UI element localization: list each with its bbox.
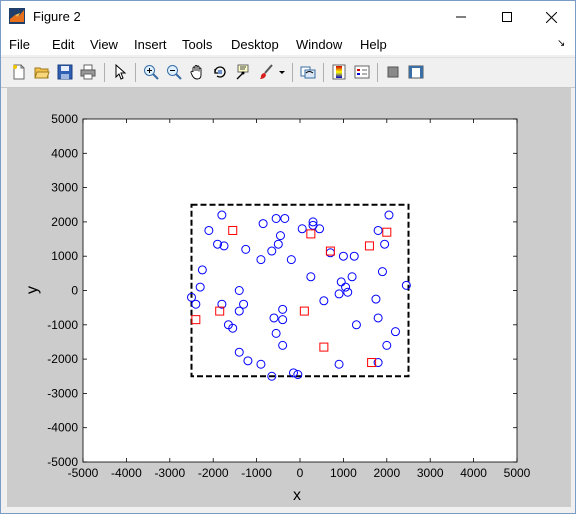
axes-background: [82, 118, 518, 463]
maximize-icon: [502, 12, 512, 22]
y-tick-label: 0: [71, 284, 78, 298]
x-tick-label: 2000: [373, 466, 400, 480]
figure-toolbar: [1, 57, 575, 88]
menu-desktop[interactable]: Desktop: [231, 37, 279, 52]
menu-view[interactable]: View: [90, 37, 118, 52]
y-tick-label: -1000: [47, 318, 78, 332]
menu-bar: File Edit View Insert Tools Desktop Wind…: [1, 33, 575, 55]
minimize-icon: [456, 16, 466, 18]
figure-canvas: -5000 -4000 -3000 -2000 -1000 0 1000 2000 3000 40…: [7, 88, 571, 507]
hide-plot-tools-icon[interactable]: [383, 62, 403, 82]
menu-file[interactable]: File: [9, 37, 30, 52]
x-tick-label: -2000: [198, 466, 229, 480]
colorbar-icon[interactable]: [329, 62, 349, 82]
menu-help[interactable]: Help: [360, 37, 387, 52]
title-bar: Figure 2: [1, 1, 575, 33]
menu-window[interactable]: Window: [296, 37, 342, 52]
close-button[interactable]: [528, 1, 574, 33]
toolbar-separator: [377, 63, 378, 82]
matlab-icon: [9, 8, 25, 24]
menu-tools[interactable]: Tools: [182, 37, 212, 52]
new-figure-icon[interactable]: [9, 62, 29, 82]
y-axis-label: y: [24, 286, 41, 294]
rotate-3d-icon[interactable]: [210, 62, 230, 82]
x-tick-label: 3000: [417, 466, 444, 480]
x-tick-label: -3000: [154, 466, 185, 480]
y-tick-label: 4000: [51, 146, 78, 160]
y-tick-label: 5000: [51, 112, 78, 126]
open-file-icon[interactable]: [32, 62, 52, 82]
dock-arrow-icon[interactable]: ↘: [557, 38, 565, 49]
save-icon[interactable]: [55, 62, 75, 82]
link-plot-icon[interactable]: [298, 62, 318, 82]
zoom-out-icon[interactable]: [164, 62, 184, 82]
legend-icon[interactable]: [352, 62, 372, 82]
y-tick-label: -3000: [47, 386, 78, 400]
menu-insert[interactable]: Insert: [134, 37, 167, 52]
x-tick-label: -4000: [111, 466, 142, 480]
brush-dropdown-icon[interactable]: [277, 62, 287, 82]
maximize-button[interactable]: [484, 1, 530, 33]
window-title: Figure 2: [33, 9, 81, 24]
y-tick-label: -5000: [47, 455, 78, 469]
y-tick-label: 1000: [51, 249, 78, 263]
pointer-icon[interactable]: [110, 62, 130, 82]
y-tick-label: 2000: [51, 215, 78, 229]
print-icon[interactable]: [78, 62, 98, 82]
close-icon: [545, 11, 557, 23]
y-tick-label: 3000: [51, 181, 78, 195]
x-tick-label: 5000: [504, 466, 531, 480]
x-axis-label: x: [293, 487, 301, 504]
toolbar-separator: [292, 63, 293, 82]
show-plot-tools-icon[interactable]: [406, 62, 426, 82]
menu-edit[interactable]: Edit: [52, 37, 74, 52]
x-tick-label: -1000: [241, 466, 272, 480]
x-tick-label: 0: [297, 466, 304, 480]
minimize-button[interactable]: [438, 1, 484, 33]
pan-icon[interactable]: [187, 62, 207, 82]
y-tick-label: -2000: [47, 352, 78, 366]
toolbar-separator: [323, 63, 324, 82]
scatter-plot: -5000 -4000 -3000 -2000 -1000 0 1000 2000 3000 40…: [24, 112, 531, 504]
toolbar-separator: [135, 63, 136, 82]
x-tick-label: 1000: [330, 466, 357, 480]
y-tick-label: -4000: [47, 421, 78, 435]
toolbar-separator: [104, 63, 105, 82]
zoom-in-icon[interactable]: [141, 62, 161, 82]
x-tick-label: 4000: [460, 466, 487, 480]
brush-icon[interactable]: [256, 62, 276, 82]
figure-window: Figure 2 File Edit View Insert Tools Des…: [0, 0, 576, 514]
data-cursor-icon[interactable]: [233, 62, 253, 82]
